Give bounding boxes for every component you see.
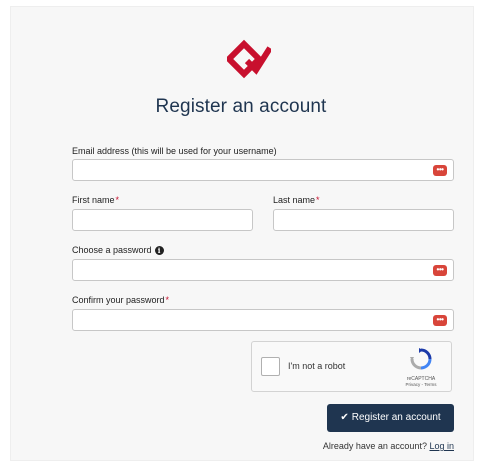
login-link[interactable]: Log in <box>429 441 454 451</box>
email-label: Email address (this will be used for you… <box>72 146 277 156</box>
recaptcha-brand: reCAPTCHA Privacy - Terms <box>399 348 443 387</box>
register-button-label: Register an account <box>351 412 441 423</box>
first-name-input[interactable] <box>72 209 253 231</box>
page-title: Register an account <box>155 96 327 117</box>
brand-logo-icon <box>227 39 271 79</box>
recaptcha-checkbox[interactable] <box>261 357 280 376</box>
recaptcha-label: I'm not a robot <box>288 361 346 371</box>
last-name-label: Last name* <box>273 195 320 205</box>
password-manager-icon[interactable]: ••• <box>433 265 447 276</box>
password-manager-icon[interactable]: ••• <box>433 165 447 176</box>
password-input[interactable]: ••• <box>72 259 454 281</box>
required-asterisk: * <box>316 195 320 205</box>
login-prompt: Already have an account? Log in <box>322 441 454 451</box>
required-asterisk: * <box>115 195 120 205</box>
recaptcha-widget: I'm not a robot reCAPTCHA Privacy - Term… <box>251 341 452 392</box>
email-input[interactable]: ••• <box>72 159 454 181</box>
info-icon[interactable]: i <box>154 246 164 255</box>
register-button[interactable]: ✔ Register an account <box>327 404 454 432</box>
last-name-input[interactable] <box>273 209 454 231</box>
password-manager-icon[interactable]: ••• <box>433 315 447 326</box>
confirm-password-input[interactable]: ••• <box>72 309 454 331</box>
recaptcha-icon <box>410 348 432 370</box>
required-asterisk: * <box>165 295 170 305</box>
password-label: Choose a password i <box>72 245 164 255</box>
confirm-password-label: Confirm your password* <box>72 295 170 305</box>
check-icon: ✔ <box>340 412 349 423</box>
first-name-label: First name* <box>72 195 120 205</box>
recaptcha-privacy-terms[interactable]: Privacy - Terms <box>399 382 443 387</box>
